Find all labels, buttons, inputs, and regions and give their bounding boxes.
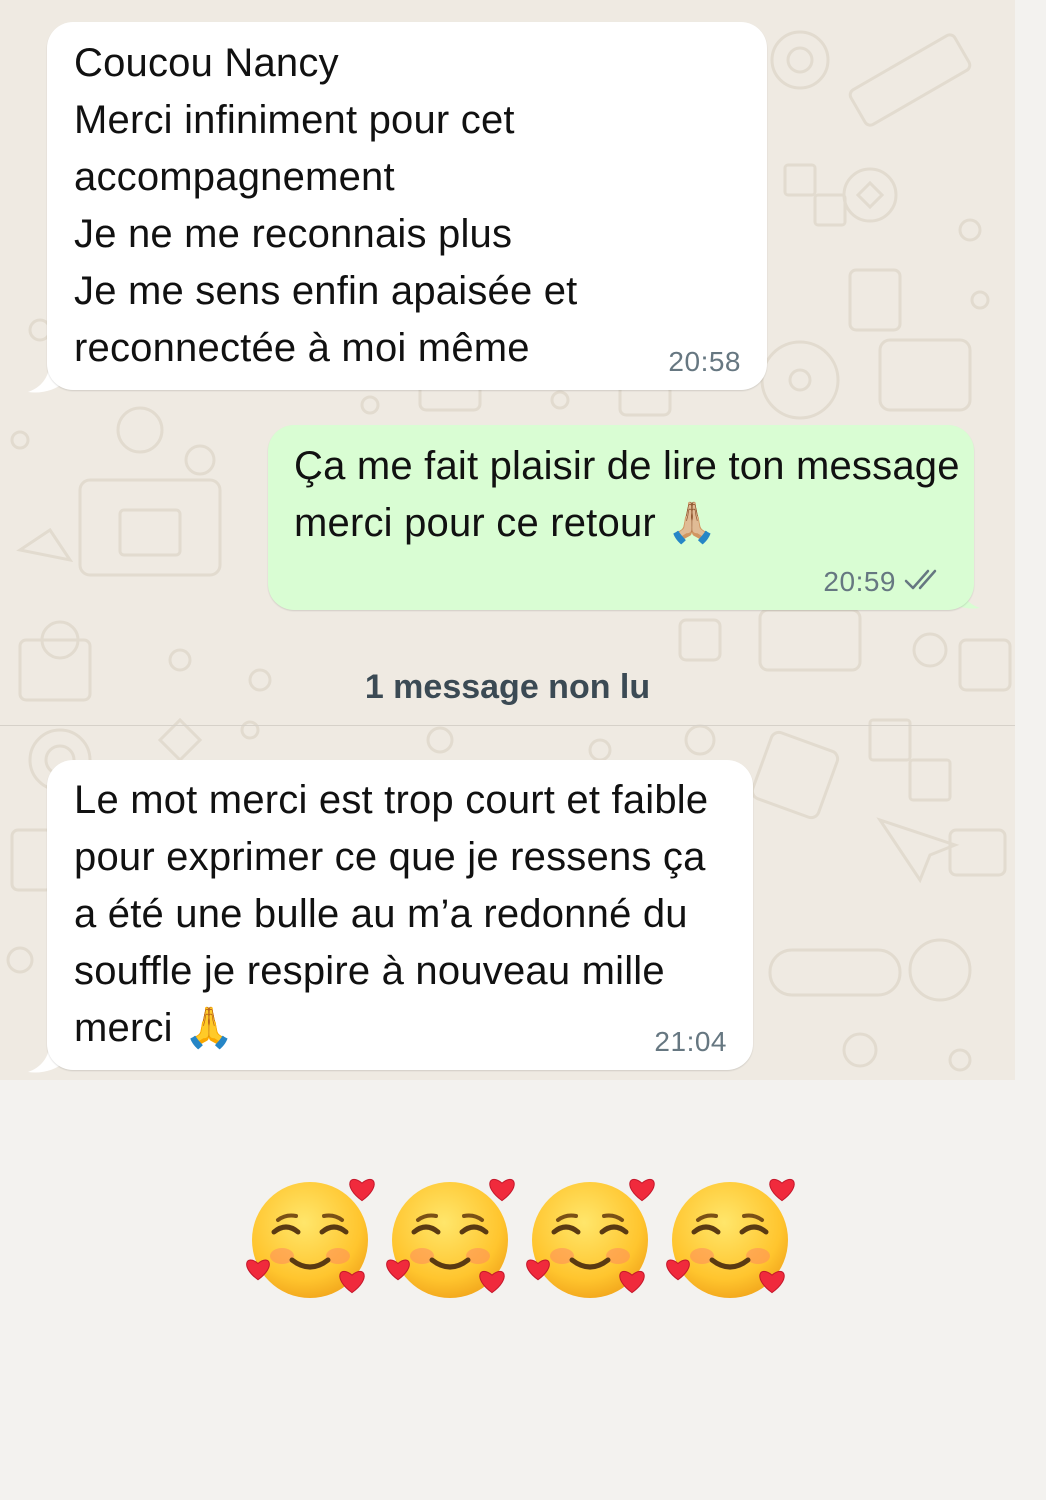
smiling-face-with-hearts-emoji — [246, 1178, 375, 1298]
message-timestamp: 21:04 — [654, 1026, 727, 1057]
emoji-reaction-row — [240, 1168, 810, 1308]
smiling-face-with-hearts-emoji — [526, 1178, 655, 1298]
message-text: Le mot merci est trop court et faible po… — [74, 778, 709, 1050]
message-timestamp: 20:59 — [823, 566, 896, 597]
message-text: Ça me fait plaisir de lire ton message m… — [294, 444, 960, 545]
message-bubble-incoming[interactable]: Le mot merci est trop court et faible po… — [47, 760, 753, 1070]
message-text: Coucou Nancy Merci infiniment pour cet a… — [74, 41, 578, 370]
chat-area[interactable]: Coucou Nancy Merci infiniment pour cet a… — [0, 0, 1015, 1080]
message-bubble-incoming[interactable]: Coucou Nancy Merci infiniment pour cet a… — [47, 22, 767, 390]
unread-messages-banner: 1 message non lu — [364, 668, 651, 706]
message-timestamp: 20:58 — [668, 346, 741, 377]
unread-divider-line — [0, 725, 1015, 726]
smiling-face-with-hearts-emoji — [386, 1178, 515, 1298]
double-check-icon — [904, 569, 937, 590]
smiling-face-with-hearts-emoji — [666, 1178, 795, 1298]
message-bubble-outgoing[interactable]: Ça me fait plaisir de lire ton message m… — [268, 425, 974, 610]
